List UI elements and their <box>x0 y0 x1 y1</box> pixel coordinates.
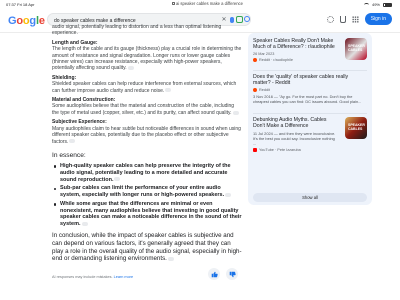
status-time: 07:37 Fri 18 Apr <box>6 2 35 7</box>
source-name: Reddit <box>259 88 270 93</box>
source-card[interactable]: Speaker Cables Really Don't Make Much of… <box>253 38 367 63</box>
show-all-button[interactable]: Show all <box>253 193 367 202</box>
source-site: YouTube · Pete Izzaruba <box>253 148 367 153</box>
overview-text: audio signal, potentially leading to dis… <box>52 24 242 145</box>
essence-list: High-quality speaker cables can help pre… <box>52 163 242 228</box>
thumbs-down-icon <box>229 271 236 277</box>
divider <box>253 70 367 71</box>
gear-icon[interactable] <box>326 15 334 23</box>
overview-partial: audio signal, potentially leading to dis… <box>52 24 222 37</box>
overview-section: Shielding: Shielded speaker cables can h… <box>52 75 242 94</box>
microphone-icon[interactable] <box>230 17 234 23</box>
bullet-text: Sub-par cables can limit the performance… <box>60 185 225 199</box>
source-name: YouTube · Pete Izzaruba <box>259 148 301 153</box>
wifi-icon <box>363 2 369 7</box>
header-actions: Sign in <box>326 13 392 25</box>
section-heading: Shielding: <box>52 74 77 81</box>
address-text: ai speaker cables make a difference <box>176 1 243 6</box>
status-bar: 07:37 Fri 18 Apr ai speaker cables make … <box>0 0 400 9</box>
battery-icon <box>383 2 392 7</box>
feedback-buttons <box>208 268 238 280</box>
lens-icon[interactable] <box>236 16 243 23</box>
source-card[interactable]: Does the 'quality' of speaker cables rea… <box>253 74 367 104</box>
thumbs-up-icon <box>211 271 218 277</box>
learn-more-link[interactable]: Learn more <box>114 275 133 279</box>
ai-overview: audio signal, potentially leading to dis… <box>52 24 242 279</box>
source-link-icon[interactable] <box>69 139 76 144</box>
source-thumbnail[interactable]: SPEAKER CABLES <box>345 38 367 60</box>
source-name: Reddit · r/audiophile <box>259 58 293 63</box>
lock-icon <box>172 2 175 5</box>
bullet-text: High-quality speaker cables can help pre… <box>60 162 231 183</box>
source-link-icon[interactable] <box>167 256 174 261</box>
google-logo[interactable]: Google <box>8 15 45 27</box>
source-snippet: 3 Nov 2016 — "Ay go. For the most part n… <box>253 94 362 105</box>
conclusion-body: In conclusion, while the impact of speak… <box>52 232 242 263</box>
section-text: Many audiophiles claim to hear subtle bu… <box>52 125 241 145</box>
list-item: Sub-par cables can limit the performance… <box>52 185 242 199</box>
source-link-icon[interactable] <box>81 221 88 226</box>
disclaimer-text: AI responses may include mistakes. <box>52 275 113 280</box>
list-item: High-quality speaker cables can help pre… <box>52 163 242 183</box>
list-item: While some argue that the differences ar… <box>52 201 242 228</box>
address-bar[interactable]: ai speaker cables make a difference <box>172 1 243 6</box>
source-card[interactable]: Debunking Audio Myths. Cables Don't Make… <box>253 117 367 153</box>
sources-panel: Speaker Cables Really Don't Make Much of… <box>248 33 372 205</box>
thumbnail-caption: SPEAKER CABLES <box>348 44 365 52</box>
section-heading: Length and Gauge: <box>52 39 98 46</box>
youtube-favicon <box>253 148 257 153</box>
status-right: 49% <box>363 2 392 7</box>
section-heading: Subjective Experience: <box>52 119 107 126</box>
thumbs-down-button[interactable] <box>226 268 238 280</box>
source-site: Reddit <box>253 88 367 93</box>
overview-section: Length and Gauge: The length of the cabl… <box>52 40 242 72</box>
section-text: Some audiophiles believe that the materi… <box>52 103 235 116</box>
section-text: Shielded speaker cables can help reduce … <box>52 81 237 94</box>
source-link-icon[interactable] <box>114 177 121 182</box>
section-heading: Material and Construction: <box>52 97 116 104</box>
reddit-favicon <box>253 58 257 63</box>
source-link-icon[interactable] <box>165 88 172 93</box>
source-title[interactable]: Debunking Audio Myths. Cables Don't Make… <box>253 117 339 129</box>
sign-in-button[interactable]: Sign in <box>364 13 392 25</box>
source-thumbnail[interactable]: SPEAKER CABLES <box>345 117 367 139</box>
battery-percent: 49% <box>371 2 380 7</box>
apps-grid-icon[interactable] <box>351 15 359 23</box>
source-link-icon[interactable] <box>127 66 134 71</box>
source-title[interactable]: Does the 'quality' of speaker cables rea… <box>253 74 367 86</box>
source-link-icon[interactable] <box>232 110 239 115</box>
section-text: The length of the cable and its gauge (t… <box>52 46 242 72</box>
divider <box>253 113 367 114</box>
conclusion-text: In conclusion, while the impact of speak… <box>52 232 242 263</box>
reddit-favicon <box>253 88 257 93</box>
thumbnail-caption: SPEAKER CABLES <box>348 123 365 131</box>
overview-section: Material and Construction: Some audiophi… <box>52 97 242 116</box>
overview-section: Subjective Experience: Many audiophiles … <box>52 119 242 145</box>
labs-icon[interactable] <box>339 15 346 23</box>
thumbs-up-button[interactable] <box>208 268 220 280</box>
source-snippet: 11 Jul 2024 — and then they were inconcl… <box>253 131 336 147</box>
essence-heading: In essence: <box>52 151 86 159</box>
logo-letter: e <box>38 15 45 27</box>
search-icon[interactable] <box>244 16 250 22</box>
source-title[interactable]: Speaker Cables Really Don't Make Much of… <box>253 38 339 50</box>
source-link-icon[interactable] <box>225 192 232 197</box>
